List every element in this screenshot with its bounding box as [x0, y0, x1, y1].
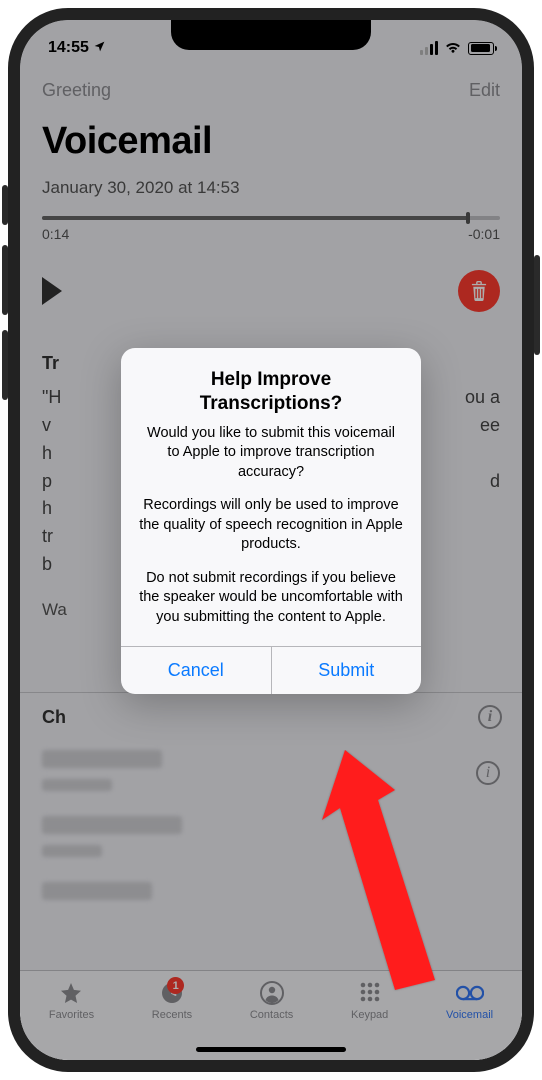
- alert-message: Would you like to submit this voicemail …: [139, 424, 403, 628]
- phone-frame: 14:55 Greeting Edit Voicemail January 30…: [8, 8, 534, 1072]
- notch: [171, 20, 371, 50]
- power-button: [534, 255, 540, 355]
- screen: 14:55 Greeting Edit Voicemail January 30…: [20, 20, 522, 1060]
- alert-dialog: Help Improve Transcriptions? Would you l…: [121, 348, 421, 694]
- alert-title: Help Improve Transcriptions?: [139, 368, 403, 416]
- submit-button[interactable]: Submit: [271, 647, 422, 694]
- home-indicator[interactable]: [196, 1047, 346, 1052]
- cancel-button[interactable]: Cancel: [121, 647, 271, 694]
